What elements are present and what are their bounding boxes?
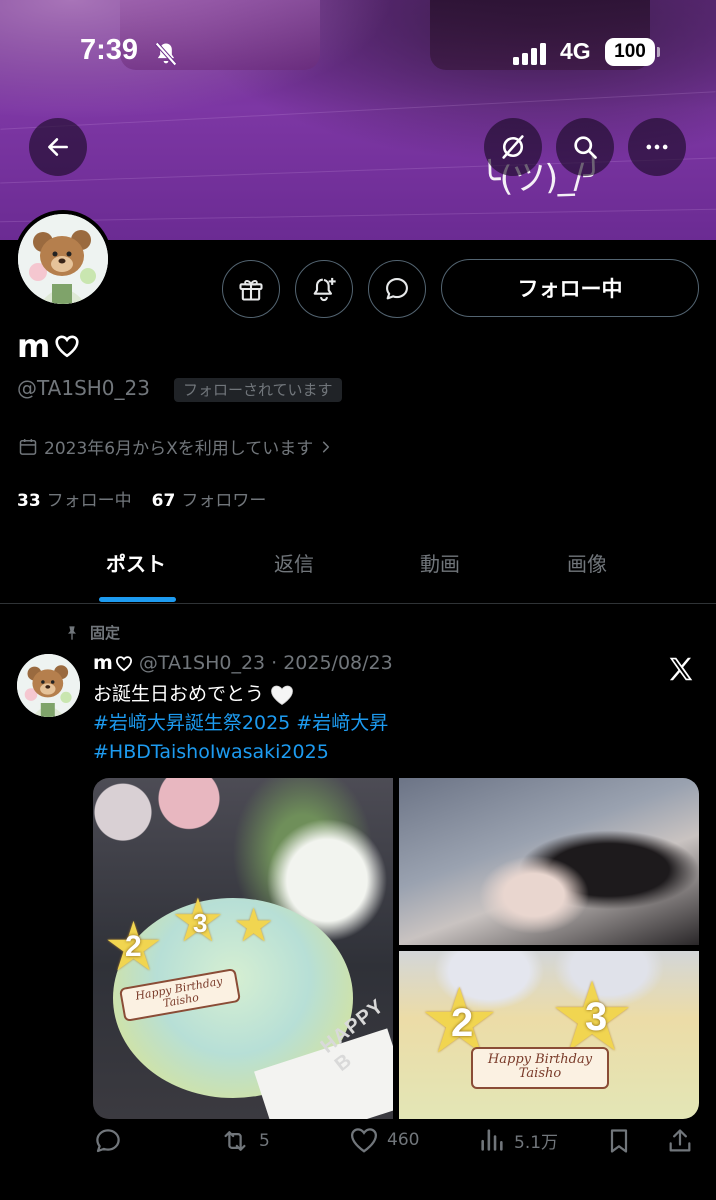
- reply-button[interactable]: [93, 1126, 131, 1156]
- plaque-line: Taisho: [518, 1065, 562, 1081]
- view-count: 5.1万: [514, 1132, 559, 1153]
- repost-icon: [224, 1131, 246, 1151]
- post-author-handle[interactable]: @TA1SH0_23: [139, 652, 265, 674]
- post-image-peace-sign[interactable]: [399, 778, 699, 945]
- calendar-icon: [19, 438, 37, 455]
- bookmark-button[interactable]: [605, 1126, 633, 1156]
- post-image-cake-bouquet[interactable]: ★ 2 ★ 3 ★ Happy Birthday Taisho HAPPY B: [93, 778, 393, 1119]
- tab-images[interactable]: 画像: [567, 548, 607, 577]
- repost-count: 5: [259, 1131, 270, 1151]
- banner-floor-line: [0, 208, 716, 223]
- status-time: 7:39: [80, 34, 139, 66]
- display-name-text: m: [17, 327, 51, 365]
- views-button[interactable]: 5.1万: [478, 1126, 558, 1154]
- post-header: m @TA1SH0_23 · 2025/08/23: [93, 652, 393, 674]
- heart-outline-icon: [55, 335, 79, 358]
- search-icon: [574, 136, 597, 159]
- gift-icon: [239, 280, 263, 301]
- post-media-grid: ★ 2 ★ 3 ★ Happy Birthday Taisho HAPPY B …: [93, 778, 699, 1119]
- message-button[interactable]: [368, 260, 426, 318]
- profile-handle: @TA1SH0_23: [17, 376, 150, 400]
- star-decoration: ★: [233, 898, 275, 952]
- star-digit: 3: [585, 995, 608, 1039]
- following-link[interactable]: 33 フォロー中: [17, 486, 132, 511]
- cake-plaque: Happy Birthday Taisho: [471, 1047, 609, 1089]
- hashtag-line: #HBDTaishoIwasaki2025: [93, 738, 693, 767]
- bookmark-icon: [610, 1129, 628, 1153]
- follows-you-badge: フォローされています: [174, 378, 342, 402]
- more-options-button[interactable]: [628, 118, 686, 176]
- pin-icon: [68, 625, 76, 640]
- post-author-avatar[interactable]: [17, 654, 80, 717]
- status-bar: 7:39 4G 100: [0, 0, 716, 100]
- gift-button[interactable]: [222, 260, 280, 318]
- reply-bubble-icon: [96, 1129, 120, 1153]
- heart-outline-icon: [115, 655, 132, 671]
- plaque-line: Happy Birthday: [487, 1052, 593, 1067]
- meta-separator: ·: [271, 652, 278, 674]
- display-name: m: [17, 327, 80, 365]
- tab-posts[interactable]: ポスト: [106, 548, 166, 577]
- notification-subscribe-button[interactable]: [295, 260, 353, 318]
- joined-date-row[interactable]: 2023年6月からXを利用しています: [18, 434, 333, 459]
- profile-avatar[interactable]: [14, 210, 112, 308]
- battery-indicator: 100: [605, 38, 660, 66]
- tab-videos[interactable]: 動画: [420, 548, 460, 577]
- pinned-indicator: 固定: [64, 622, 120, 643]
- following-label: フォロー中: [46, 491, 132, 511]
- post-date[interactable]: 2025/08/23: [283, 652, 393, 674]
- tab-replies[interactable]: 返信: [274, 548, 314, 577]
- hashtag-line: #岩﨑大昇誕生祭2025 #岩﨑大昇: [93, 709, 693, 738]
- followers-label: フォロワー: [181, 491, 267, 511]
- heart-outline-icon: [350, 1128, 378, 1153]
- share-upload-icon: [669, 1129, 691, 1152]
- hashtag-link[interactable]: #HBDTaishoIwasaki2025: [93, 738, 329, 767]
- followers-link[interactable]: 67 フォロワー: [152, 486, 267, 511]
- post-image-cake-closeup[interactable]: ★ 2 ★ 3 Happy Birthday Taisho: [399, 951, 699, 1119]
- active-tab-indicator: [99, 597, 176, 602]
- follow-counts: 33 フォロー中 67 フォロワー: [17, 486, 266, 511]
- chevron-right-icon: [323, 441, 330, 452]
- followers-count: 67: [151, 491, 176, 511]
- following-button[interactable]: フォロー中: [441, 259, 699, 317]
- bear-avatar-image: [18, 214, 108, 304]
- star-digit: 3: [193, 908, 208, 938]
- like-count: 460: [387, 1130, 420, 1150]
- grok-button[interactable]: [484, 118, 542, 176]
- grok-icon: [502, 135, 524, 159]
- pinned-label: 固定: [90, 624, 121, 642]
- following-count: 33: [17, 491, 41, 511]
- bell-plus-icon: [313, 277, 336, 302]
- post-text-line: お誕生日おめでとう: [93, 680, 693, 709]
- arrow-left-icon: [48, 138, 68, 156]
- search-button[interactable]: [556, 118, 614, 176]
- star-digit: 2: [125, 930, 142, 963]
- joined-date-text: 2023年6月からXを利用しています: [44, 439, 314, 459]
- star-digit: 2: [451, 1001, 474, 1045]
- more-horizontal-icon: [646, 144, 668, 150]
- post-action-bar: 5 460 5.1万: [93, 1126, 699, 1166]
- post-body: お誕生日おめでとう #岩﨑大昇誕生祭2025 #岩﨑大昇 #HBDTaishoI…: [93, 680, 693, 767]
- repost-button[interactable]: 5: [219, 1126, 270, 1156]
- hashtag-link[interactable]: #岩﨑大昇: [296, 709, 388, 738]
- profile-tabs: ポスト 返信 動画 画像: [0, 530, 716, 604]
- share-button[interactable]: [666, 1126, 694, 1156]
- analytics-bars-icon: [481, 1129, 503, 1151]
- bell-muted-icon: [155, 42, 177, 66]
- post-author-name[interactable]: m: [93, 652, 133, 674]
- hashtag-link[interactable]: #岩﨑大昇誕生祭2025: [93, 709, 290, 738]
- post-author-name-text: m: [93, 652, 113, 674]
- white-heart-emoji-icon: [271, 685, 293, 705]
- bear-avatar-image: [17, 654, 80, 717]
- back-button[interactable]: [29, 118, 87, 176]
- network-type: 4G: [560, 38, 591, 64]
- like-button[interactable]: 460: [349, 1126, 419, 1154]
- cellular-signal-icon: [513, 43, 546, 65]
- post-text: お誕生日おめでとう: [93, 683, 265, 705]
- chat-bubble-icon: [386, 278, 408, 300]
